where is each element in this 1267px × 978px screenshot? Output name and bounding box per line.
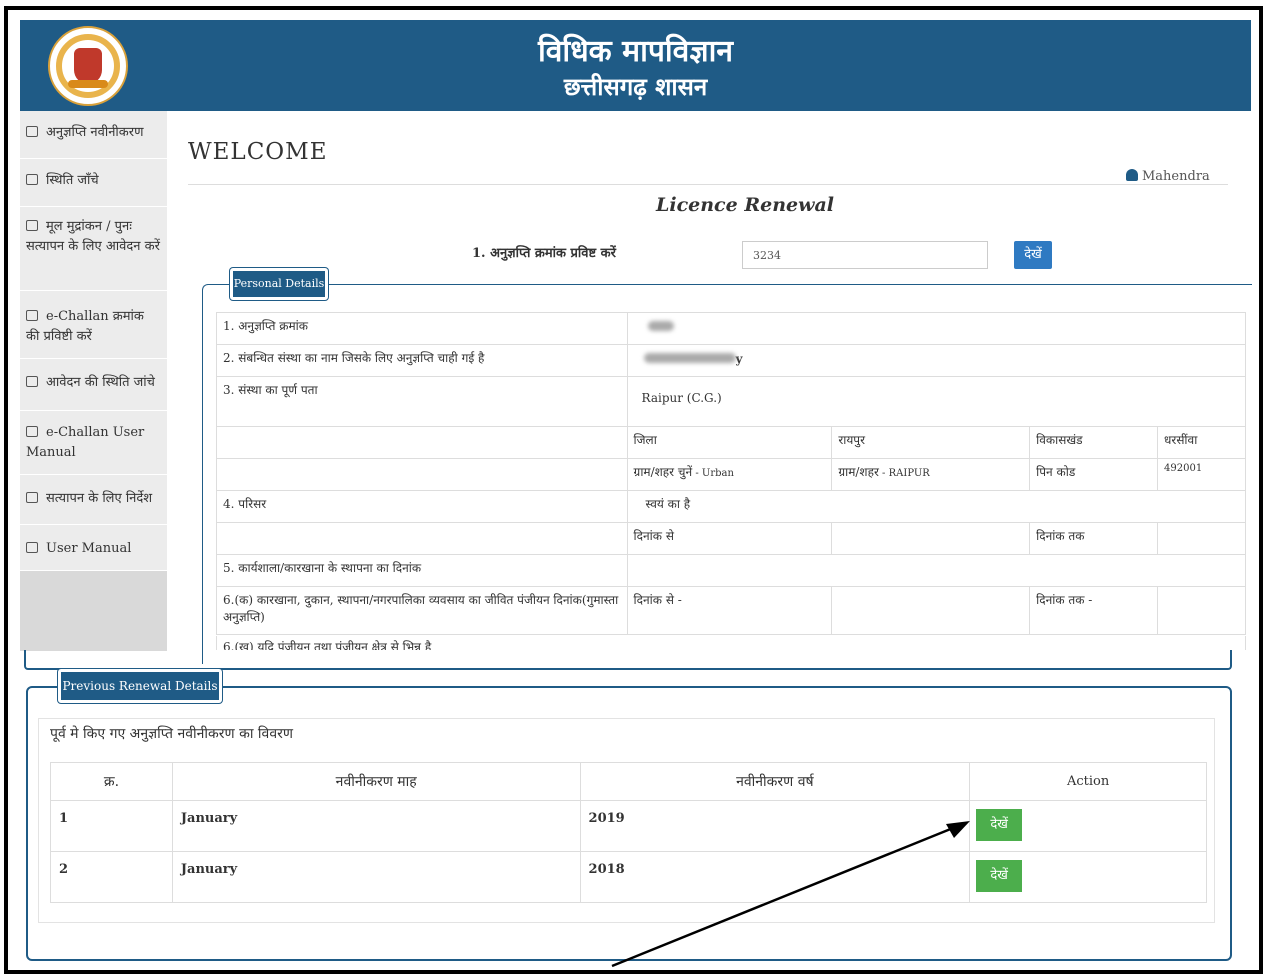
arrow-head [946,821,970,838]
arrow-line [611,824,959,968]
annotation-arrow [611,821,970,968]
